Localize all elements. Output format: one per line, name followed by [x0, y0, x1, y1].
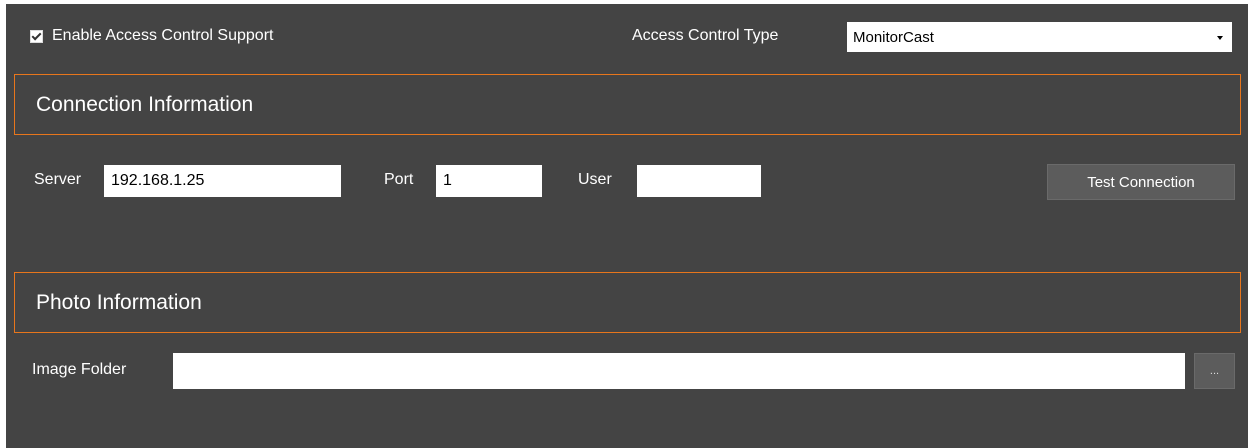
enable-access-control-row[interactable]: Enable Access Control Support	[30, 26, 273, 46]
photo-information-section: Photo Information	[14, 272, 1241, 333]
user-label: User	[578, 171, 612, 188]
port-input[interactable]: 1	[436, 165, 542, 197]
access-control-settings-panel: Enable Access Control Support Access Con…	[6, 4, 1248, 448]
image-folder-input[interactable]	[173, 353, 1185, 389]
user-input[interactable]	[637, 165, 761, 197]
browse-folder-button[interactable]: ...	[1194, 353, 1235, 389]
enable-access-control-label[interactable]: Enable Access Control Support	[52, 27, 273, 45]
image-folder-label: Image Folder	[32, 361, 127, 378]
dropdown-arrow-icon[interactable]	[1217, 36, 1223, 40]
test-connection-button[interactable]: Test Connection	[1047, 164, 1235, 200]
access-control-type-value: MonitorCast	[853, 28, 934, 46]
access-control-type-select[interactable]: MonitorCast	[847, 22, 1232, 52]
port-label: Port	[384, 171, 414, 188]
server-label: Server	[34, 171, 82, 188]
connection-information-title: Connection Information	[36, 93, 254, 116]
enable-access-control-checkbox[interactable]	[30, 29, 43, 43]
checkmark-icon	[31, 30, 42, 40]
access-control-type-label: Access Control Type	[632, 27, 779, 44]
photo-information-title: Photo Information	[36, 291, 202, 314]
server-input[interactable]: 192.168.1.25	[104, 165, 341, 197]
connection-information-section: Connection Information	[14, 74, 1241, 135]
